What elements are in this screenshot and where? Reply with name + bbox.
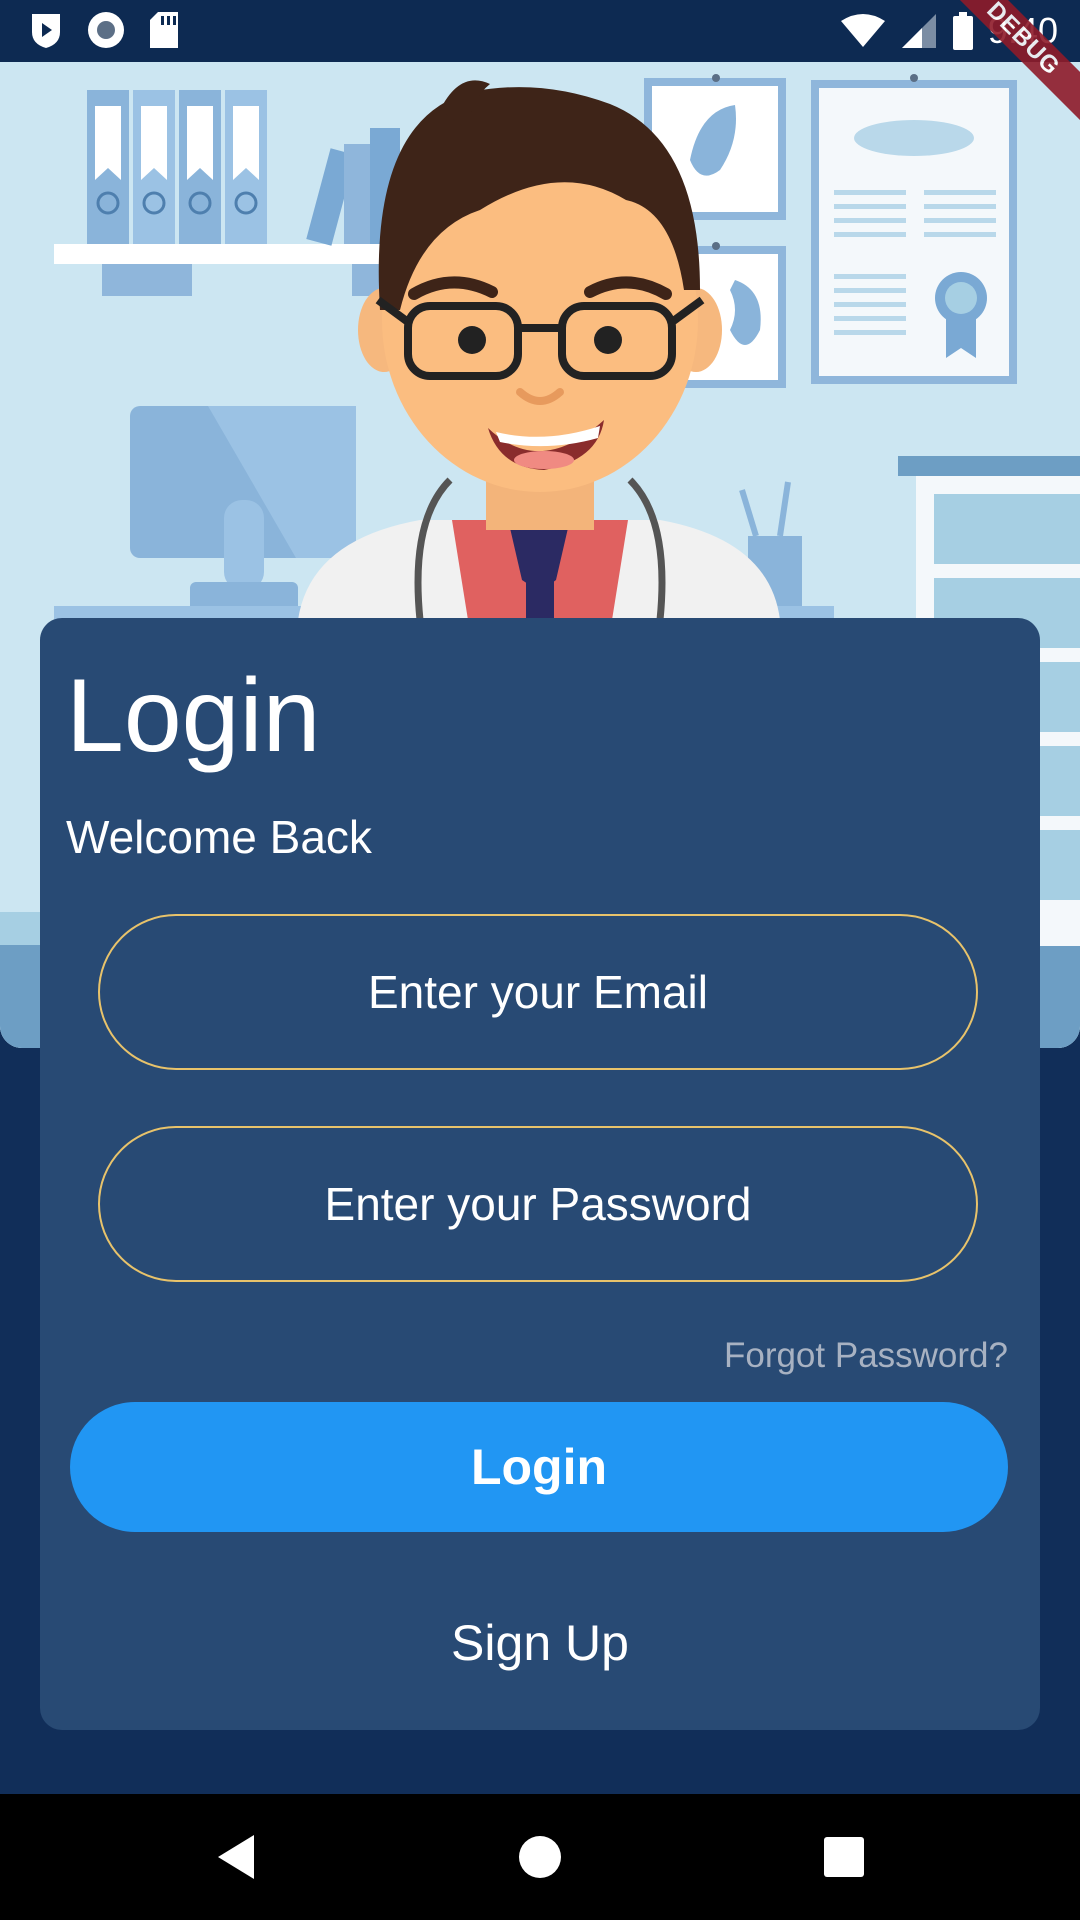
play-icon [32, 14, 60, 48]
page-title: Login [66, 658, 321, 774]
record-icon [88, 12, 124, 48]
forgot-password-link[interactable]: Forgot Password? [724, 1336, 1008, 1376]
navigation-bar [0, 1794, 1080, 1920]
back-icon [218, 1835, 254, 1879]
login-button[interactable]: Login [70, 1402, 1008, 1532]
recents-button[interactable] [784, 1794, 904, 1920]
status-bar: 9:40 [0, 0, 1080, 62]
back-button[interactable] [176, 1794, 296, 1920]
home-button[interactable] [480, 1794, 600, 1920]
welcome-subtitle: Welcome Back [66, 811, 372, 863]
battery-icon [952, 12, 973, 50]
recents-icon [824, 1837, 864, 1877]
email-placeholder: Enter your Email [367, 966, 708, 1018]
home-icon [519, 1836, 561, 1878]
signup-button[interactable]: Sign Up [40, 1614, 1040, 1672]
password-placeholder: Enter your Password [324, 1178, 752, 1230]
signal-icon [901, 14, 936, 48]
wifi-icon [840, 14, 885, 47]
sd-card-icon [150, 12, 178, 48]
password-field[interactable]: Enter your Password [98, 1126, 978, 1282]
login-card: Login Welcome Back Enter your Email Ente… [40, 618, 1040, 1730]
email-field[interactable]: Enter your Email [98, 914, 978, 1070]
